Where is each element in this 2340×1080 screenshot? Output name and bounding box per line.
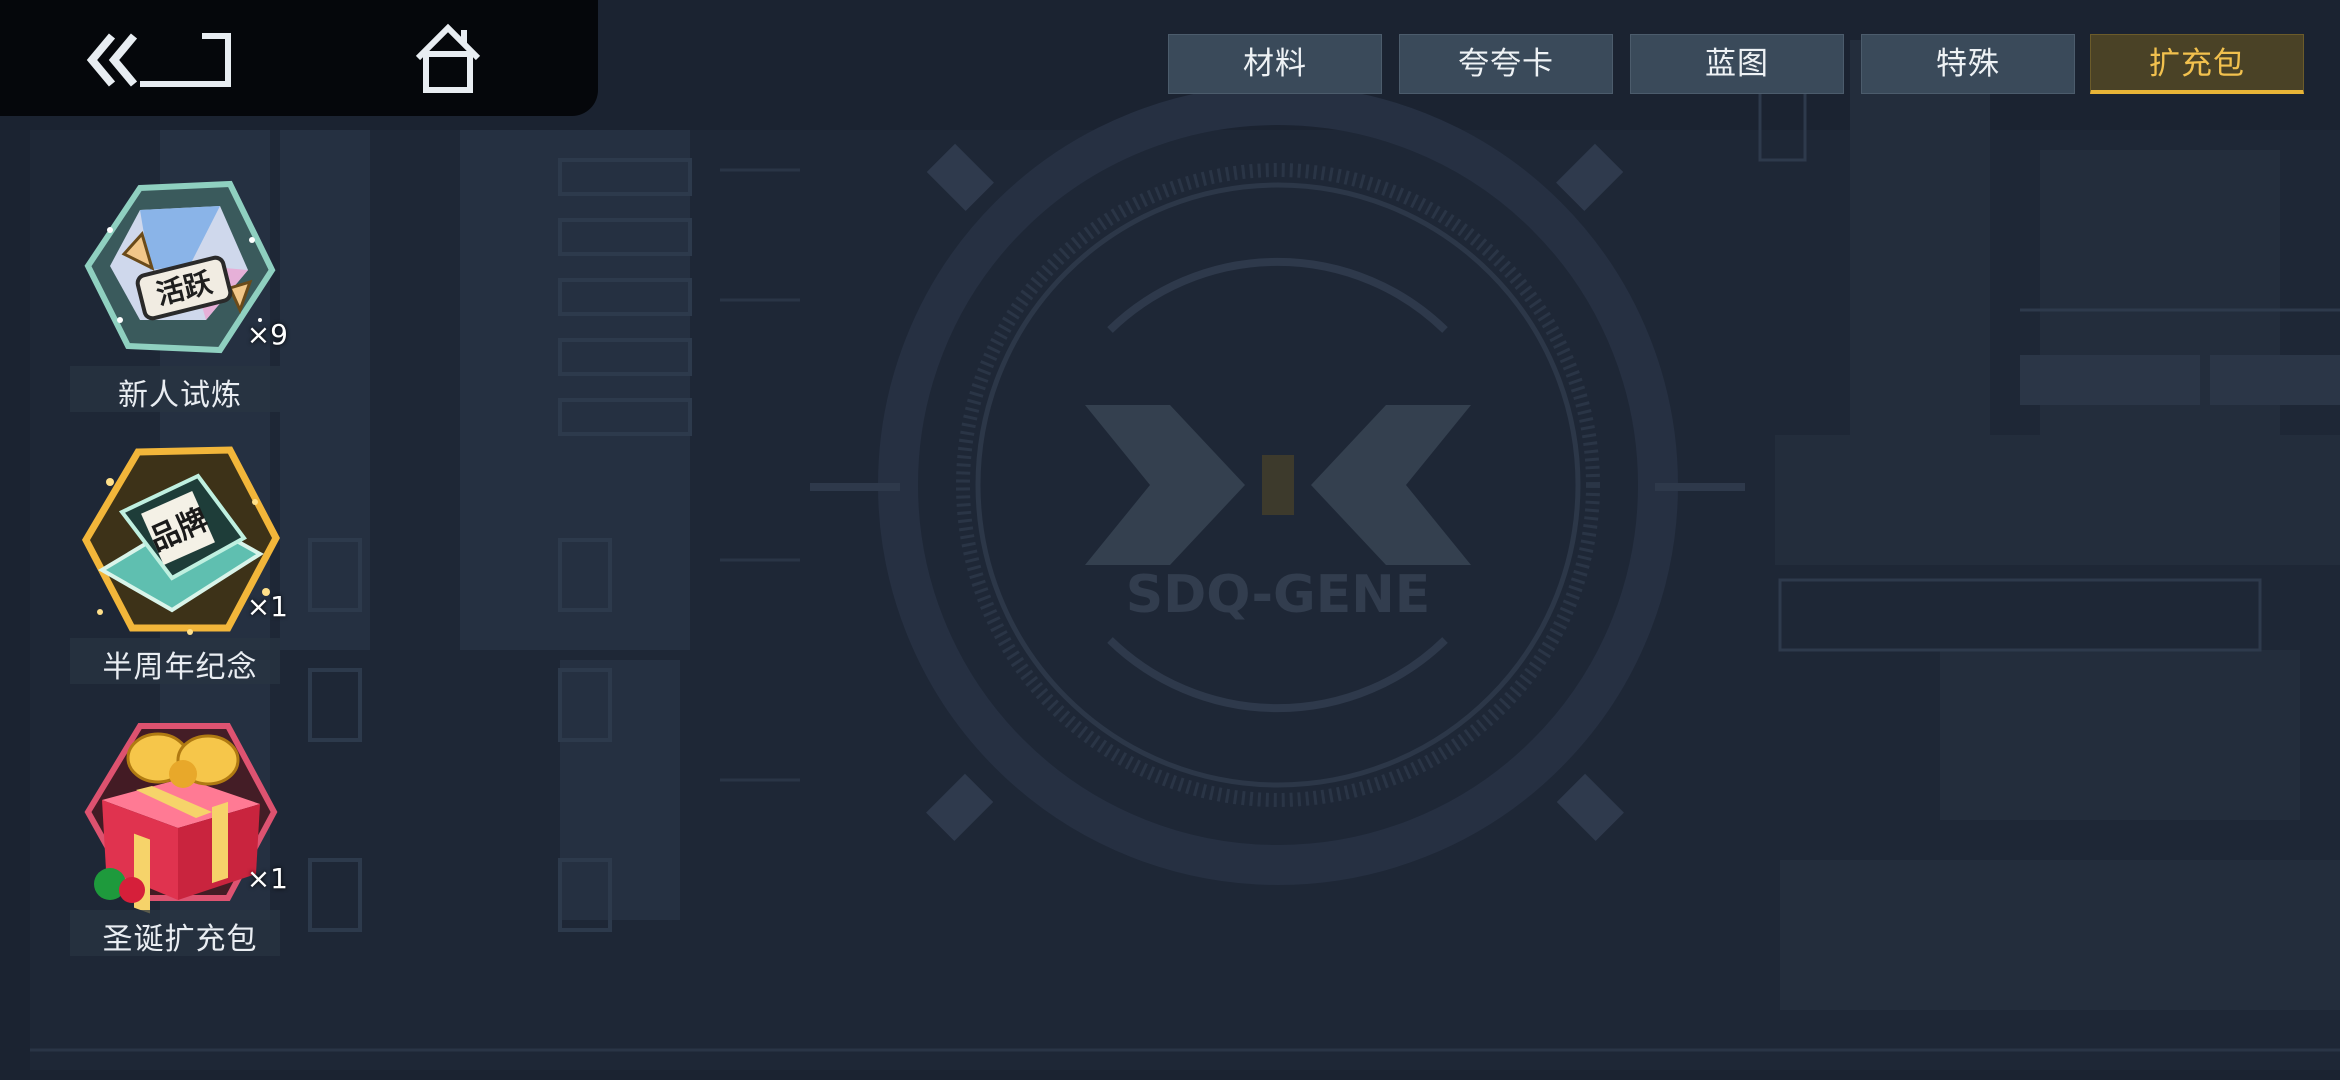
tab-praise-cards[interactable]: 夸夸卡: [1399, 34, 1613, 94]
tab-special[interactable]: 特殊: [1861, 34, 2075, 94]
item-quantity: ×1: [246, 590, 288, 623]
list-item[interactable]: 活跃 ×9 新人试炼: [60, 170, 300, 413]
item-quantity: ×9: [246, 318, 288, 351]
home-button[interactable]: [408, 20, 488, 100]
double-chevron-back-icon: [86, 33, 231, 87]
item-quantity: ×1: [246, 862, 288, 895]
list-item[interactable]: 品牌 ×1 半周年纪念: [60, 442, 300, 685]
tab-expansion-packs[interactable]: 扩充包: [2090, 34, 2304, 94]
tab-blueprints[interactable]: 蓝图: [1630, 34, 1844, 94]
home-icon: [415, 23, 481, 93]
tab-materials[interactable]: 材料: [1168, 34, 1382, 94]
background-logo-text: SDQ-GENE: [1126, 565, 1431, 625]
top-left-bar: [0, 0, 598, 116]
item-name: 新人试炼: [118, 378, 242, 413]
background-panel: SDQ-GENE: [0, 0, 2340, 1080]
back-button[interactable]: [80, 24, 240, 94]
list-item[interactable]: ×1 圣诞扩充包: [60, 714, 300, 957]
item-name: 圣诞扩充包: [102, 922, 258, 957]
item-name: 半周年纪念: [102, 650, 258, 685]
